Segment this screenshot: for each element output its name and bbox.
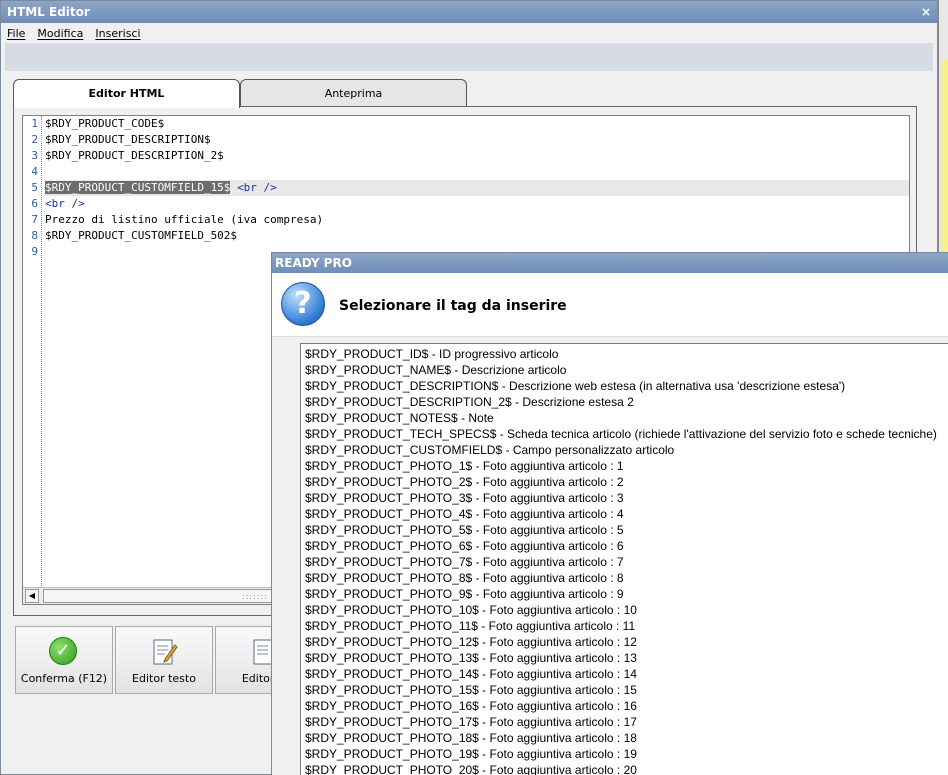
code-line[interactable]: $RDY_PRODUCT_CODE$ bbox=[45, 116, 909, 132]
tab-anteprima[interactable]: Anteprima bbox=[240, 79, 467, 107]
code-line[interactable]: Prezzo di listino ufficiale (iva compres… bbox=[45, 212, 909, 228]
list-item[interactable]: $RDY_PRODUCT_PHOTO_1$ - Foto aggiuntiva … bbox=[301, 458, 948, 474]
question-mark-icon: ? bbox=[281, 282, 325, 326]
line-number-gutter: 1 2 3 4 5 6 7 8 9 bbox=[23, 116, 42, 588]
code-line[interactable] bbox=[45, 164, 909, 180]
code-lines[interactable]: $RDY_PRODUCT_CODE$ $RDY_PRODUCT_DESCRIPT… bbox=[45, 116, 909, 260]
code-line[interactable]: <br /> bbox=[45, 196, 909, 212]
list-item[interactable]: $RDY_PRODUCT_PHOTO_7$ - Foto aggiuntiva … bbox=[301, 554, 948, 570]
list-item[interactable]: $RDY_PRODUCT_ID$ - ID progressivo artico… bbox=[301, 346, 948, 362]
list-item[interactable]: $RDY_PRODUCT_PHOTO_4$ - Foto aggiuntiva … bbox=[301, 506, 948, 522]
list-item[interactable]: $RDY_PRODUCT_PHOTO_16$ - Foto aggiuntiva… bbox=[301, 698, 948, 714]
list-item[interactable]: $RDY_PRODUCT_PHOTO_10$ - Foto aggiuntiva… bbox=[301, 602, 948, 618]
dialog-prompt: Selezionare il tag da inserire bbox=[339, 298, 567, 314]
text-editor-button[interactable]: Editor testo bbox=[115, 626, 213, 694]
selected-text[interactable]: $RDY_PRODUCT_CUSTOMFIELD_15$ bbox=[45, 181, 231, 194]
line-number: 1 bbox=[31, 117, 38, 130]
pencil-document-icon bbox=[149, 637, 179, 667]
code-line-current[interactable]: $RDY_PRODUCT_CUSTOMFIELD_15$ <br /> bbox=[45, 180, 909, 196]
background-highlight bbox=[941, 60, 948, 260]
code-line[interactable]: $RDY_PRODUCT_DESCRIPTION_2$ bbox=[45, 148, 909, 164]
code-line[interactable]: $RDY_PRODUCT_CUSTOMFIELD_502$ bbox=[45, 228, 909, 244]
dialog-header: ? Selezionare il tag da inserire bbox=[272, 273, 948, 337]
list-item[interactable]: $RDY_PRODUCT_DESCRIPTION$ - Descrizione … bbox=[301, 378, 948, 394]
line-number: 8 bbox=[31, 229, 38, 242]
menu-bar: File Modifica Inserisci bbox=[1, 23, 937, 43]
tag-select-dialog: READY PRO ? Selezionare il tag da inseri… bbox=[271, 252, 948, 775]
list-item[interactable]: $RDY_PRODUCT_DESCRIPTION_2$ - Descrizion… bbox=[301, 394, 948, 410]
line-number: 2 bbox=[31, 133, 38, 146]
list-item[interactable]: $RDY_PRODUCT_NAME$ - Descrizione articol… bbox=[301, 362, 948, 378]
html-tag: <br /> bbox=[45, 197, 85, 210]
list-item[interactable]: $RDY_PRODUCT_PHOTO_17$ - Foto aggiuntiva… bbox=[301, 714, 948, 730]
code-line[interactable]: $RDY_PRODUCT_DESCRIPTION$ bbox=[45, 132, 909, 148]
confirm-button[interactable]: ✓ Conferma (F12) bbox=[15, 626, 113, 694]
menu-modifica[interactable]: Modifica bbox=[37, 27, 83, 40]
line-number: 9 bbox=[31, 245, 38, 258]
line-number: 7 bbox=[31, 213, 38, 226]
list-item[interactable]: $RDY_PRODUCT_PHOTO_3$ - Foto aggiuntiva … bbox=[301, 490, 948, 506]
list-item[interactable]: $RDY_PRODUCT_TECH_SPECS$ - Scheda tecnic… bbox=[301, 426, 948, 442]
text-editor-button-label: Editor testo bbox=[132, 672, 196, 685]
html-tag: <br /> bbox=[237, 181, 277, 194]
screen: HTML Editor × File Modifica Inserisci Ed… bbox=[0, 0, 948, 775]
window-title: HTML Editor bbox=[7, 5, 90, 19]
check-circle-icon: ✓ bbox=[49, 637, 79, 667]
tab-editor-html[interactable]: Editor HTML bbox=[13, 79, 240, 108]
line-number: 3 bbox=[31, 149, 38, 162]
list-item[interactable]: $RDY_PRODUCT_PHOTO_15$ - Foto aggiuntiva… bbox=[301, 682, 948, 698]
dialog-titlebar[interactable]: READY PRO bbox=[272, 253, 948, 273]
line-number: 4 bbox=[31, 165, 38, 178]
list-item[interactable]: $RDY_PRODUCT_PHOTO_20$ - Foto aggiuntiva… bbox=[301, 762, 948, 775]
list-item[interactable]: $RDY_PRODUCT_NOTES$ - Note bbox=[301, 410, 948, 426]
scroll-left-icon[interactable]: ◀ bbox=[25, 589, 39, 603]
line-number: 5 bbox=[31, 181, 38, 194]
list-item[interactable]: $RDY_PRODUCT_PHOTO_8$ - Foto aggiuntiva … bbox=[301, 570, 948, 586]
list-item[interactable]: $RDY_PRODUCT_PHOTO_5$ - Foto aggiuntiva … bbox=[301, 522, 948, 538]
tag-listbox[interactable]: $RDY_PRODUCT_ID$ - ID progressivo artico… bbox=[300, 343, 948, 775]
menu-file[interactable]: File bbox=[7, 27, 25, 40]
list-item[interactable]: $RDY_PRODUCT_PHOTO_19$ - Foto aggiuntiva… bbox=[301, 746, 948, 762]
toolbar-area bbox=[5, 43, 933, 71]
line-number: 6 bbox=[31, 197, 38, 210]
list-item[interactable]: $RDY_PRODUCT_PHOTO_12$ - Foto aggiuntiva… bbox=[301, 634, 948, 650]
list-item[interactable]: $RDY_PRODUCT_PHOTO_6$ - Foto aggiuntiva … bbox=[301, 538, 948, 554]
close-icon[interactable]: × bbox=[919, 1, 933, 23]
list-item[interactable]: $RDY_PRODUCT_PHOTO_11$ - Foto aggiuntiva… bbox=[301, 618, 948, 634]
grip-icon: ::::::: bbox=[242, 592, 268, 601]
confirm-button-label: Conferma (F12) bbox=[20, 672, 108, 685]
list-item[interactable]: $RDY_PRODUCT_CUSTOMFIELD$ - Campo person… bbox=[301, 442, 948, 458]
list-item[interactable]: $RDY_PRODUCT_PHOTO_14$ - Foto aggiuntiva… bbox=[301, 666, 948, 682]
menu-inserisci[interactable]: Inserisci bbox=[95, 27, 140, 40]
window-titlebar[interactable]: HTML Editor × bbox=[1, 1, 937, 23]
list-item[interactable]: $RDY_PRODUCT_PHOTO_13$ - Foto aggiuntiva… bbox=[301, 650, 948, 666]
list-item[interactable]: $RDY_PRODUCT_PHOTO_18$ - Foto aggiuntiva… bbox=[301, 730, 948, 746]
list-item[interactable]: $RDY_PRODUCT_PHOTO_2$ - Foto aggiuntiva … bbox=[301, 474, 948, 490]
list-item[interactable]: $RDY_PRODUCT_PHOTO_9$ - Foto aggiuntiva … bbox=[301, 586, 948, 602]
